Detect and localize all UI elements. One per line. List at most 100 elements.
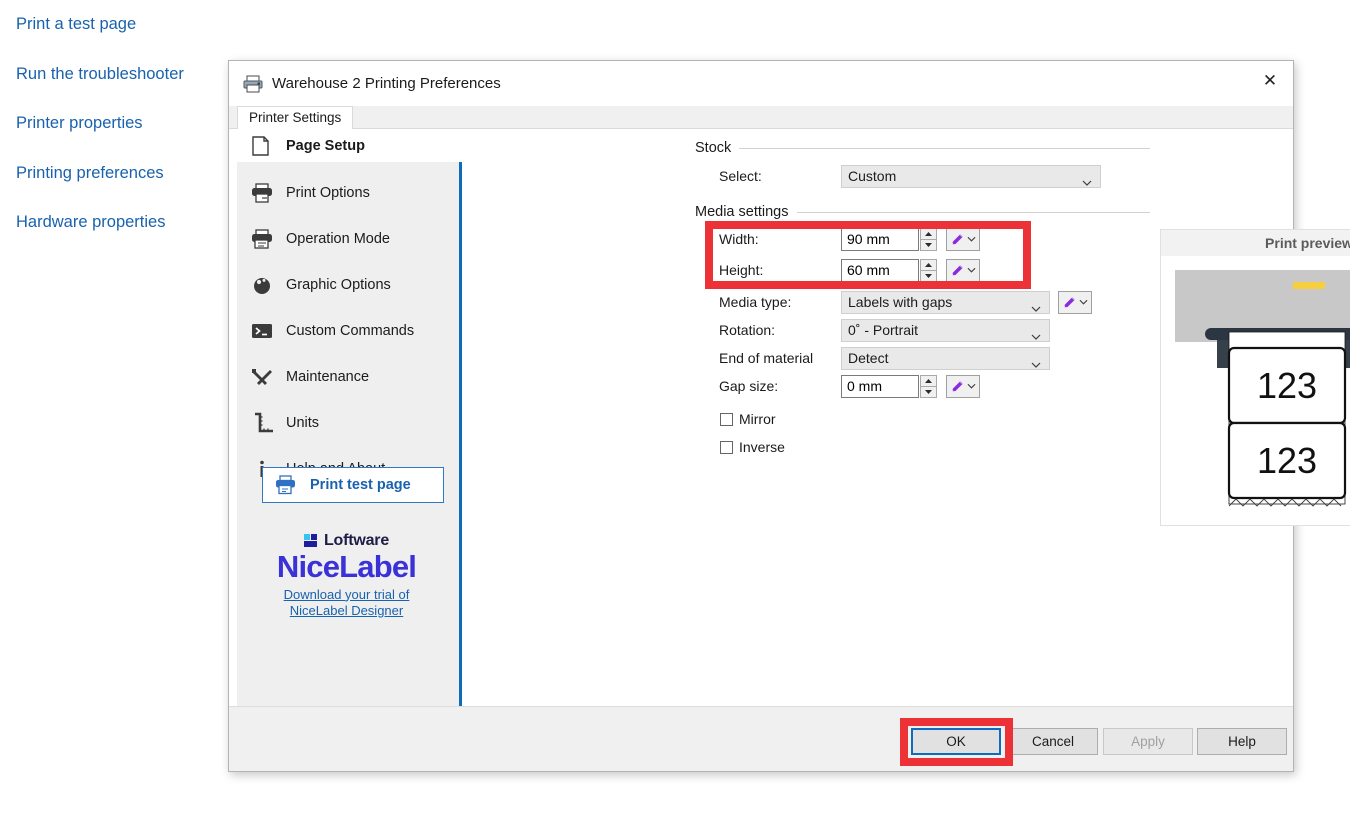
download-trial-link-line2[interactable]: NiceLabel Designer xyxy=(237,603,456,619)
end-of-material-dropdown[interactable]: Detect xyxy=(841,347,1050,370)
sidebar-item-label: Print Options xyxy=(286,185,370,201)
stepper-up-icon[interactable] xyxy=(920,375,937,386)
sidebar-item-graphic-options[interactable]: Graphic Options xyxy=(237,262,459,308)
end-of-material-row: End of material Detect xyxy=(719,344,1139,372)
link-printer-properties[interactable]: Printer properties xyxy=(16,115,226,132)
loftware-mark-icon xyxy=(304,534,319,548)
group-divider xyxy=(797,212,1151,213)
ok-button[interactable]: OK xyxy=(911,728,1001,755)
media-height-stepper[interactable] xyxy=(920,259,937,282)
media-width-stepper[interactable] xyxy=(920,228,937,251)
dialog-footer: OK Cancel Apply Help xyxy=(229,706,1293,771)
printer-icon xyxy=(243,75,263,93)
chevron-down-icon xyxy=(1082,173,1092,179)
preview-label-text-2: 123 xyxy=(1257,440,1317,481)
stock-select-row: Select: Custom xyxy=(719,162,1139,190)
stock-select-dropdown[interactable]: Custom xyxy=(841,165,1101,188)
gap-size-row: Gap size: 0 mm xyxy=(719,372,1139,400)
mirror-checkbox-row[interactable]: Mirror xyxy=(720,405,776,433)
chevron-down-icon xyxy=(1031,355,1041,361)
sidebar-item-label: Graphic Options xyxy=(286,277,391,293)
pencil-icon xyxy=(950,379,965,394)
help-button[interactable]: Help xyxy=(1197,728,1287,755)
gap-size-input[interactable]: 0 mm xyxy=(841,375,919,398)
stock-select-value: Custom xyxy=(848,168,896,184)
sidebar-item-label: Operation Mode xyxy=(286,231,390,247)
print-test-page-button[interactable]: Print test page xyxy=(262,467,444,503)
page-setup-panel: Stock Select: Custom Media settings xyxy=(691,129,1293,723)
printing-preferences-dialog: Warehouse 2 Printing Preferences ✕ Print… xyxy=(228,60,1294,772)
link-printing-preferences[interactable]: Printing preferences xyxy=(16,165,226,182)
chevron-down-icon xyxy=(1079,299,1088,305)
stepper-up-icon[interactable] xyxy=(920,259,937,270)
graphic-options-icon xyxy=(249,274,275,296)
rotation-row: Rotation: 0˚ - Portrait xyxy=(719,316,1139,344)
stepper-down-icon[interactable] xyxy=(920,386,937,398)
sidebar-item-page-setup[interactable]: Page Setup xyxy=(237,129,462,162)
media-height-label: Height: xyxy=(719,262,841,278)
nicelabel-wordmark: NiceLabel xyxy=(237,551,456,584)
sidebar-item-operation-mode[interactable]: Operation Mode xyxy=(237,216,459,262)
media-width-label: Width: xyxy=(719,231,841,247)
mirror-checkbox[interactable] xyxy=(720,413,733,426)
stepper-up-icon[interactable] xyxy=(920,228,937,239)
media-type-edit-button[interactable] xyxy=(1058,291,1092,314)
chevron-down-icon xyxy=(967,236,976,242)
preview-label-text-1: 123 xyxy=(1257,365,1317,406)
link-print-a-test-page[interactable]: Print a test page xyxy=(16,16,226,33)
media-height-edit-button[interactable] xyxy=(946,259,980,282)
media-width-row: Width: 90 mm xyxy=(719,225,1139,253)
rotation-label: Rotation: xyxy=(719,322,841,338)
gap-size-label: Gap size: xyxy=(719,378,841,394)
rotation-dropdown[interactable]: 0˚ - Portrait xyxy=(841,319,1050,342)
media-settings-group-label: Media settings xyxy=(695,204,789,220)
dialog-title: Warehouse 2 Printing Preferences xyxy=(272,75,501,92)
chevron-down-icon xyxy=(1031,327,1041,333)
sidebar-item-label: Maintenance xyxy=(286,369,369,385)
end-of-material-label: End of material xyxy=(719,350,841,366)
sidebar-item-maintenance[interactable]: Maintenance xyxy=(237,354,459,400)
cancel-button[interactable]: Cancel xyxy=(1008,728,1098,755)
pencil-icon xyxy=(950,232,965,247)
group-divider xyxy=(739,148,1150,149)
tab-strip: Printer Settings xyxy=(229,106,1293,129)
stock-group-header: Stock xyxy=(695,140,1150,156)
stepper-down-icon[interactable] xyxy=(920,239,937,251)
gap-size-stepper[interactable] xyxy=(920,375,937,398)
printer-preview-graphic: 123 123 xyxy=(1161,256,1350,524)
sidebar-item-print-options[interactable]: Print Options xyxy=(237,170,459,216)
console-icon xyxy=(249,320,275,342)
media-height-row: Height: 60 mm xyxy=(719,256,1139,284)
ruler-icon xyxy=(249,412,275,434)
print-preview-panel: Print preview xyxy=(1160,229,1350,526)
link-run-the-troubleshooter[interactable]: Run the troubleshooter xyxy=(16,66,226,83)
sidebar-item-units[interactable]: Units xyxy=(237,400,459,446)
media-settings-group-header: Media settings xyxy=(695,204,1150,220)
close-icon[interactable]: ✕ xyxy=(1247,61,1293,101)
download-trial-link-line1[interactable]: Download your trial of xyxy=(237,587,456,603)
sidebar-item-custom-commands[interactable]: Custom Commands xyxy=(237,308,459,354)
end-of-material-value: Detect xyxy=(848,350,888,366)
page-icon xyxy=(249,135,275,157)
inverse-checkbox[interactable] xyxy=(720,441,733,454)
print-preview-body: 123 123 xyxy=(1161,256,1350,524)
tab-printer-settings[interactable]: Printer Settings xyxy=(237,106,353,129)
stock-group-label: Stock xyxy=(695,140,731,156)
media-width-edit-button[interactable] xyxy=(946,228,980,251)
gap-size-edit-button[interactable] xyxy=(946,375,980,398)
chevron-down-icon xyxy=(967,267,976,273)
media-width-input[interactable]: 90 mm xyxy=(841,228,919,251)
stepper-down-icon[interactable] xyxy=(920,270,937,282)
link-hardware-properties[interactable]: Hardware properties xyxy=(16,214,226,231)
tools-icon xyxy=(249,366,275,388)
rotation-value: 0˚ - Portrait xyxy=(848,322,918,338)
chevron-down-icon xyxy=(1031,299,1041,305)
media-type-value: Labels with gaps xyxy=(848,294,952,310)
media-height-input[interactable]: 60 mm xyxy=(841,259,919,282)
print-test-page-label: Print test page xyxy=(310,477,411,493)
sidebar-item-label: Units xyxy=(286,415,319,431)
media-type-dropdown[interactable]: Labels with gaps xyxy=(841,291,1050,314)
inverse-checkbox-row[interactable]: Inverse xyxy=(720,433,785,461)
loftware-wordmark: Loftware xyxy=(324,532,389,550)
sidebar: Page Setup Print Options xyxy=(237,129,462,723)
